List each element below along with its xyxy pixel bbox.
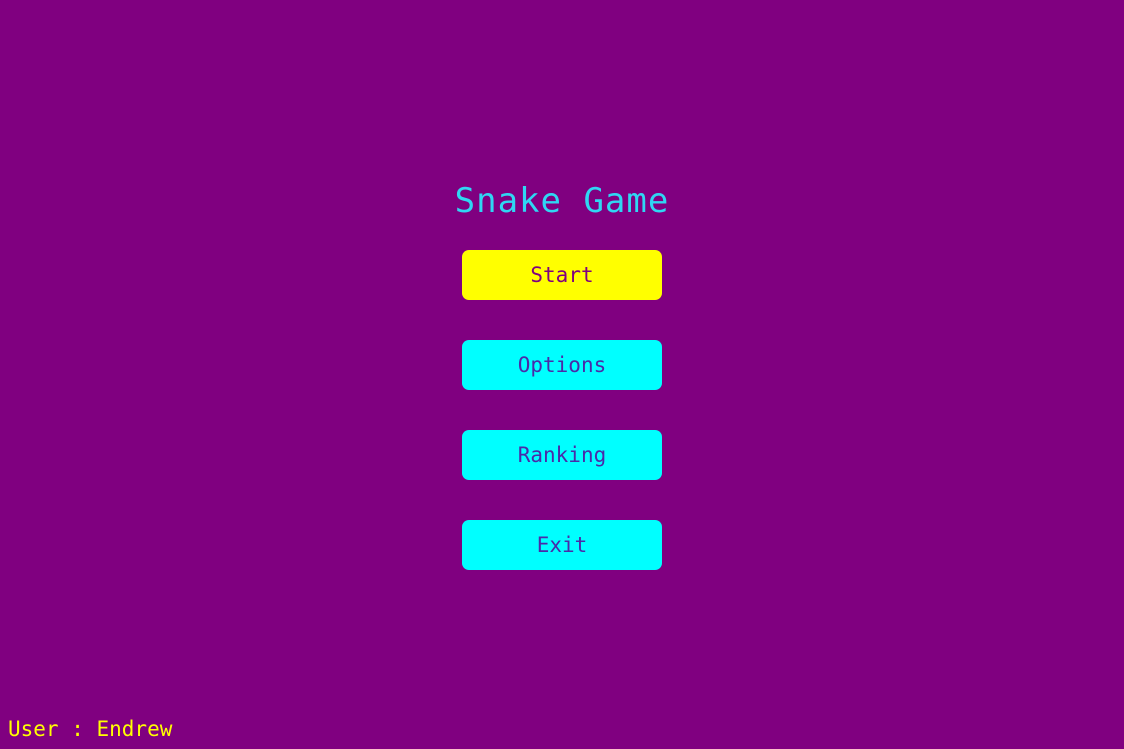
- user-label: User : Endrew: [8, 717, 173, 741]
- ranking-button[interactable]: Ranking: [462, 430, 662, 480]
- game-title: Snake Game: [454, 181, 670, 221]
- main-menu: Start Options Ranking Exit: [462, 250, 662, 570]
- start-button[interactable]: Start: [462, 250, 662, 300]
- options-button[interactable]: Options: [462, 340, 662, 390]
- main-menu-screen: Snake Game Start Options Ranking Exit Us…: [0, 0, 1124, 749]
- exit-button[interactable]: Exit: [462, 520, 662, 570]
